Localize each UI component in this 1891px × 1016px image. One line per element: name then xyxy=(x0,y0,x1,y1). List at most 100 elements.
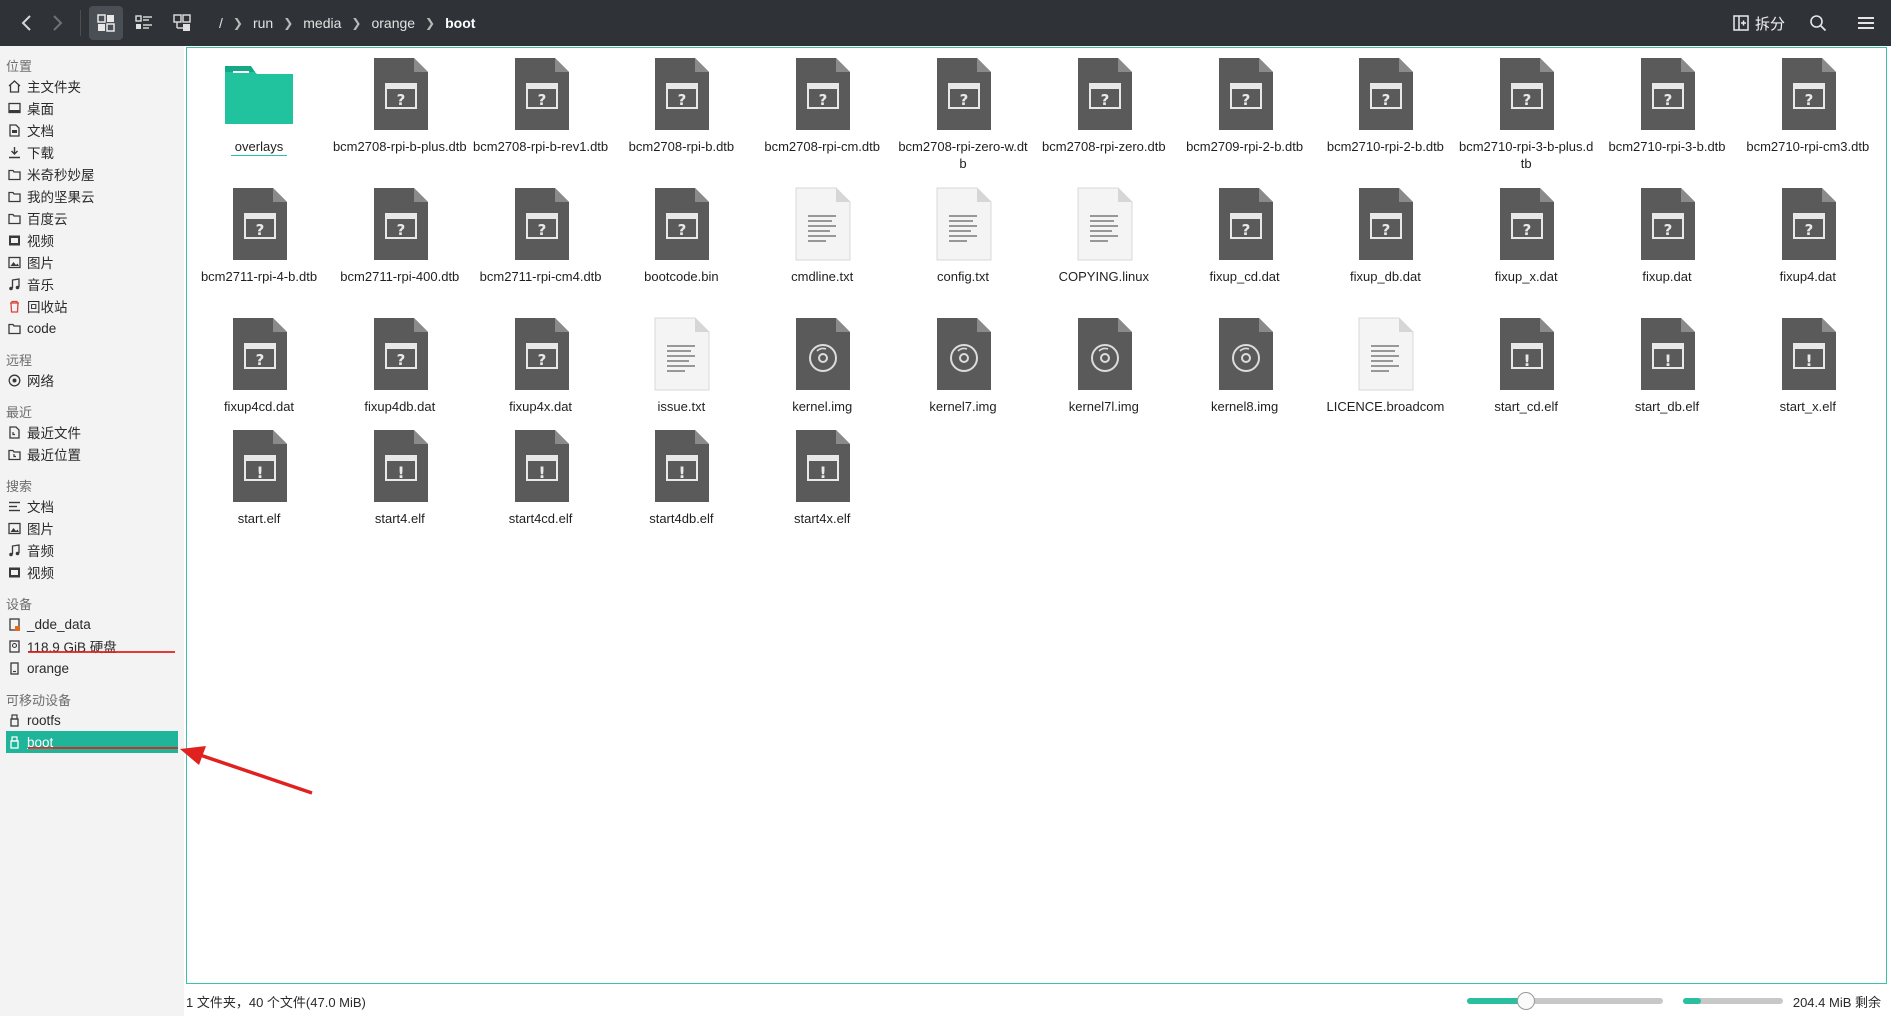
sidebar-item-home[interactable]: 主文件夹 xyxy=(6,75,178,97)
sidebar-item-mickey-folder[interactable]: 米奇秒妙屋 xyxy=(6,163,178,185)
sidebar-item-recent-locations[interactable]: 最近位置 xyxy=(6,443,178,465)
sidebar-item-label: 音频 xyxy=(27,544,54,559)
sidebar-item-label: 桌面 xyxy=(27,102,54,117)
file-item[interactable]: ? bcm2708-rpi-b.dtb xyxy=(613,56,749,155)
sidebar-item-search-pictures[interactable]: 图片 xyxy=(6,517,178,539)
file-item[interactable]: ? fixup.dat xyxy=(1599,186,1735,285)
split-button[interactable]: 拆分 xyxy=(1733,13,1785,34)
sidebar-item-documents[interactable]: 文档 xyxy=(6,119,178,141)
file-item[interactable]: ? bcm2709-rpi-2-b.dtb xyxy=(1177,56,1313,155)
file-item[interactable]: ? bcm2711-rpi-cm4.dtb xyxy=(473,186,609,285)
tree-view-button[interactable] xyxy=(165,6,199,40)
forward-button[interactable] xyxy=(42,8,72,38)
file-item[interactable]: ? bcm2708-rpi-cm.dtb xyxy=(754,56,890,155)
svg-text:!: ! xyxy=(1664,351,1671,370)
file-item[interactable]: ? fixup_cd.dat xyxy=(1177,186,1313,285)
svg-text:?: ? xyxy=(678,221,687,239)
sidebar-item-label: _dde_data xyxy=(27,616,91,632)
file-item[interactable]: ? fixup4.dat xyxy=(1740,186,1876,285)
file-item[interactable]: kernel7l.img xyxy=(1036,316,1172,415)
unknown-file-icon: ? xyxy=(364,316,436,392)
file-name: bcm2708-rpi-b-rev1.dtb xyxy=(473,139,609,154)
svg-text:?: ? xyxy=(396,351,405,369)
sidebar-item-dde-data[interactable]: _dde_data xyxy=(6,613,178,635)
sidebar-item-code[interactable]: code xyxy=(6,317,178,339)
sidebar-item-music[interactable]: 音乐 xyxy=(6,273,178,295)
file-item[interactable]: ? fixup_db.dat xyxy=(1317,186,1453,285)
sidebar-item-label: 百度云 xyxy=(27,212,68,227)
file-item[interactable]: ? bootcode.bin xyxy=(613,186,749,285)
music-icon xyxy=(6,542,22,558)
detail-view-button[interactable] xyxy=(127,6,161,40)
breadcrumb-orange[interactable]: orange xyxy=(371,15,415,31)
file-item[interactable]: ? bcm2710-rpi-cm3.dtb xyxy=(1740,56,1876,155)
file-item[interactable]: ? bcm2708-rpi-b-rev1.dtb xyxy=(473,56,609,155)
sidebar-item-orange[interactable]: orange xyxy=(6,657,178,679)
sidebar-item-recent-files[interactable]: 最近文件 xyxy=(6,421,178,443)
file-item[interactable]: ! start4db.elf xyxy=(613,428,749,527)
sidebar-item-baidu-cloud[interactable]: 百度云 xyxy=(6,207,178,229)
file-item[interactable]: cmdline.txt xyxy=(754,186,890,285)
file-item[interactable]: issue.txt xyxy=(613,316,749,415)
picture-icon xyxy=(6,254,22,270)
breadcrumb-run[interactable]: run xyxy=(253,15,273,31)
sidebar-item-rootfs[interactable]: rootfs xyxy=(6,709,178,731)
file-item[interactable]: ? fixup4db.dat xyxy=(332,316,468,415)
file-item[interactable]: ! start_x.elf xyxy=(1740,316,1876,415)
file-item[interactable]: ! start4.elf xyxy=(332,428,468,527)
sidebar-item-pictures[interactable]: 图片 xyxy=(6,251,178,273)
file-item[interactable]: ! start.elf xyxy=(191,428,327,527)
back-button[interactable] xyxy=(12,8,42,38)
file-item[interactable]: ? bcm2710-rpi-2-b.dtb xyxy=(1317,56,1453,155)
sidebar-item-search-audio[interactable]: 音频 xyxy=(6,539,178,561)
file-name: overlays xyxy=(230,138,288,156)
file-item[interactable]: ? fixup_x.dat xyxy=(1458,186,1594,285)
sidebar-item-downloads[interactable]: 下载 xyxy=(6,141,178,163)
unknown-file-icon: ? xyxy=(1209,186,1281,262)
file-item[interactable]: ? bcm2708-rpi-b-plus.dtb xyxy=(332,56,468,155)
file-item[interactable]: kernel7.img xyxy=(895,316,1031,415)
file-item[interactable]: ? bcm2708-rpi-zero.dtb xyxy=(1036,56,1172,155)
menu-button[interactable] xyxy=(1851,8,1881,38)
file-item[interactable]: LICENCE.broadcom xyxy=(1317,316,1453,415)
file-item[interactable]: kernel.img xyxy=(754,316,890,415)
sidebar-item-nutstore[interactable]: 我的坚果云 xyxy=(6,185,178,207)
sidebar-item-hard-disk[interactable]: 118.9 GiB 硬盘 xyxy=(6,635,178,657)
breadcrumb-media[interactable]: media xyxy=(303,15,341,31)
icon-size-slider[interactable] xyxy=(1466,992,1663,1010)
icon-view-button[interactable] xyxy=(89,6,123,40)
breadcrumb-boot[interactable]: boot xyxy=(445,15,475,31)
file-item[interactable]: ? fixup4x.dat xyxy=(473,316,609,415)
svg-text:!: ! xyxy=(397,463,404,482)
file-item[interactable]: ? bcm2711-rpi-400.dtb xyxy=(332,186,468,285)
file-item[interactable]: kernel8.img xyxy=(1177,316,1313,415)
svg-text:?: ? xyxy=(1804,91,1813,109)
file-item[interactable]: ! start4cd.elf xyxy=(473,428,609,527)
file-item[interactable]: ! start_cd.elf xyxy=(1458,316,1594,415)
search-button[interactable] xyxy=(1803,8,1833,38)
slider-handle[interactable] xyxy=(1516,992,1535,1010)
sidebar-item-search-documents[interactable]: 文档 xyxy=(6,495,178,517)
file-item[interactable]: ? bcm2708-rpi-zero-w.dtb xyxy=(895,56,1031,172)
executable-file-icon: ! xyxy=(786,428,858,504)
file-item[interactable]: ? fixup4cd.dat xyxy=(191,316,327,415)
sidebar-item-trash[interactable]: 回收站 xyxy=(6,295,178,317)
sidebar-item-boot[interactable]: boot xyxy=(6,731,178,753)
sidebar-item-desktop[interactable]: 桌面 xyxy=(6,97,178,119)
file-item[interactable]: ? bcm2711-rpi-4-b.dtb xyxy=(191,186,327,285)
file-item[interactable]: ! start_db.elf xyxy=(1599,316,1735,415)
sidebar-item-label: 118.9 GiB 硬盘 xyxy=(27,640,117,655)
file-item[interactable]: ? bcm2710-rpi-3-b-plus.dtb xyxy=(1458,56,1594,172)
sidebar-item-search-videos[interactable]: 视频 xyxy=(6,561,178,583)
breadcrumb-root[interactable]: / xyxy=(219,15,223,31)
sidebar-item-videos[interactable]: 视频 xyxy=(6,229,178,251)
file-item[interactable]: COPYING.linux xyxy=(1036,186,1172,285)
file-item[interactable]: ! start4x.elf xyxy=(754,428,890,527)
sidebar-item-network[interactable]: 网络 xyxy=(6,369,178,391)
file-grid[interactable]: overlays? bcm2708-rpi-b-plus.dtb? bcm2708-… xyxy=(186,47,1887,984)
file-item[interactable]: config.txt xyxy=(895,186,1031,285)
text-file-icon xyxy=(1068,186,1140,262)
chevron-right-icon xyxy=(53,15,63,31)
file-item[interactable]: ? bcm2710-rpi-3-b.dtb xyxy=(1599,56,1735,155)
file-item[interactable]: overlays xyxy=(191,56,327,156)
